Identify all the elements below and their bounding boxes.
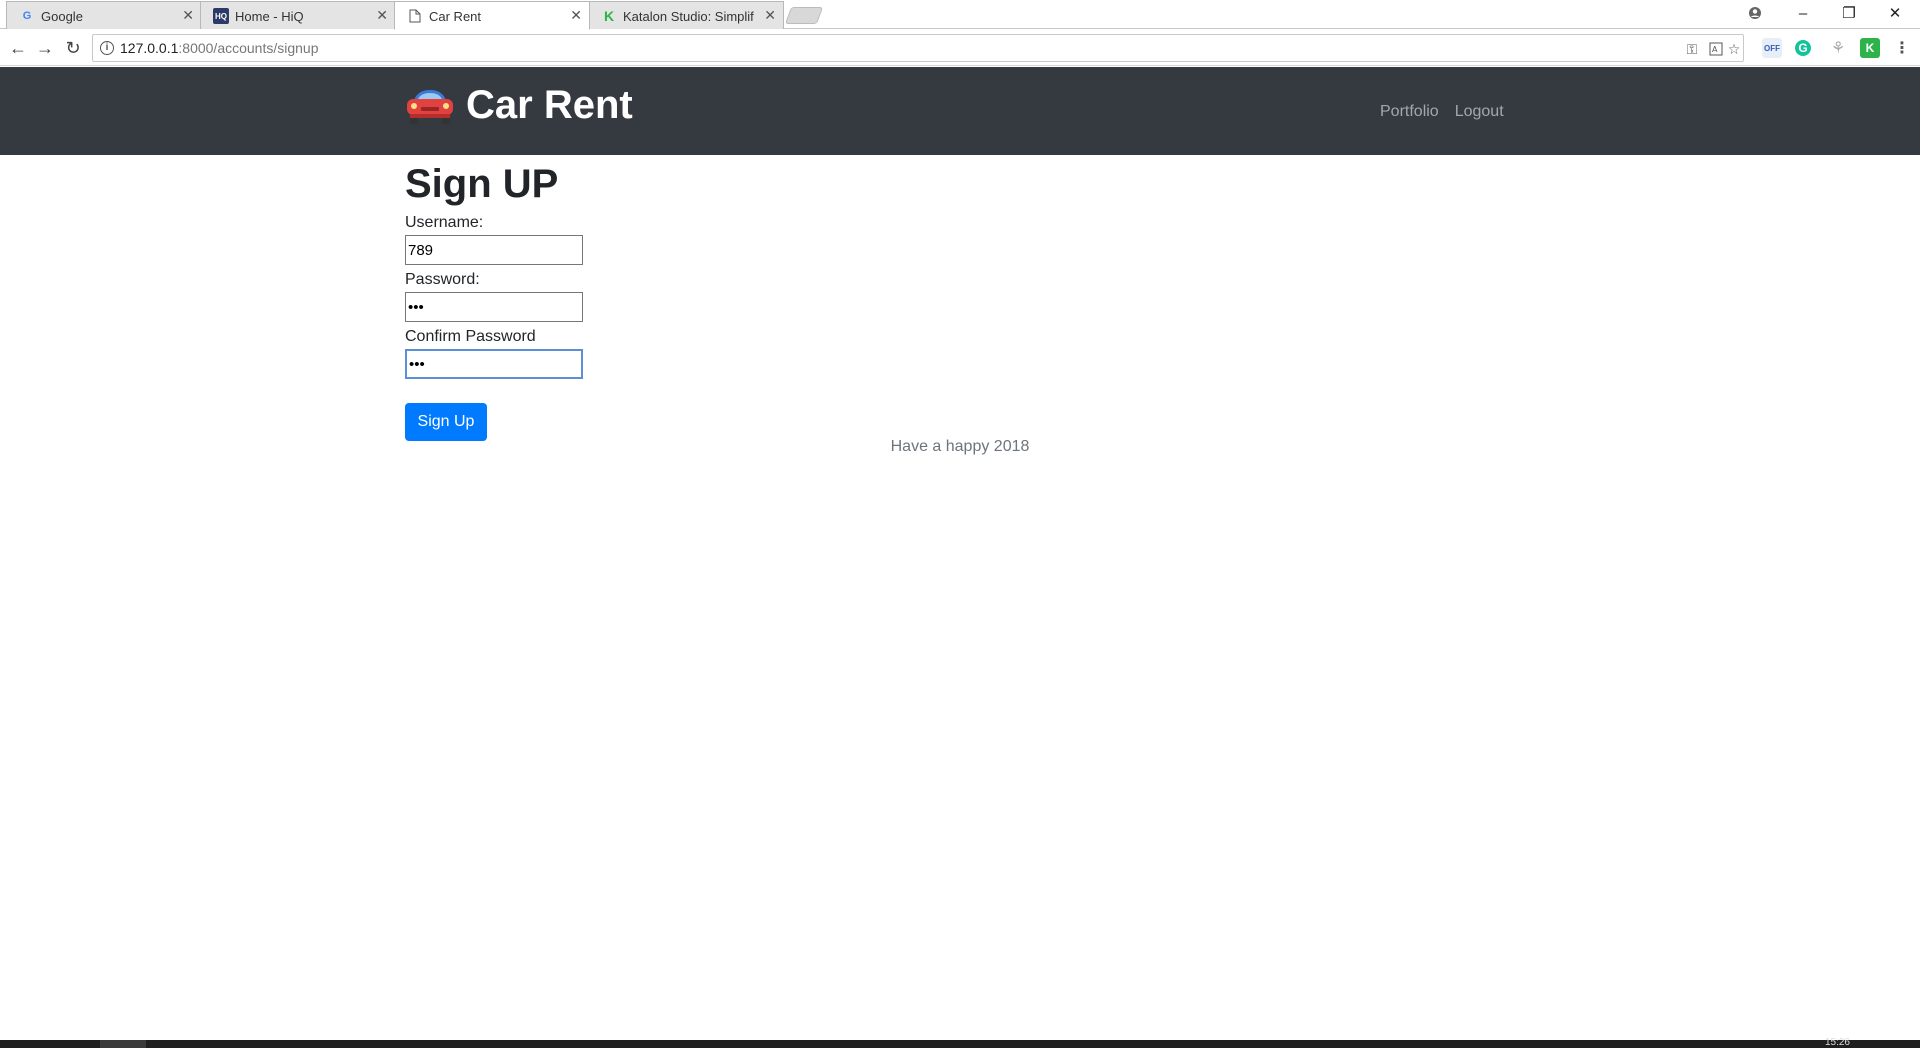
browser-toolbar: ← → ↻ i 127.0.0.1:8000/accounts/signup ⚿… bbox=[0, 30, 1920, 66]
info-icon[interactable]: i bbox=[100, 41, 114, 55]
taskbar-clock: 15:26 bbox=[1824, 1037, 1850, 1048]
tab-katalon[interactable]: K Katalon Studio: Simplif ✕ bbox=[588, 1, 784, 29]
site-navbar: Car Rent Portfolio Logout bbox=[0, 67, 1920, 155]
new-tab-button[interactable] bbox=[784, 7, 824, 24]
nav-link-logout[interactable]: Logout bbox=[1455, 103, 1504, 121]
close-icon[interactable]: ✕ bbox=[182, 7, 194, 24]
browser-tabstrip: G Google ✕ HQ Home - HiQ ✕ Car Rent ✕ K … bbox=[0, 0, 1920, 30]
tab-title: Google bbox=[41, 8, 83, 24]
window-close-icon[interactable]: ✕ bbox=[1872, 0, 1918, 26]
restore-icon[interactable]: ❐ bbox=[1826, 0, 1872, 26]
confirm-password-input[interactable] bbox=[405, 349, 583, 379]
katalon-favicon-icon: K bbox=[603, 8, 615, 24]
star-icon[interactable]: ☆ bbox=[1725, 40, 1743, 58]
reload-icon[interactable]: ↻ bbox=[61, 36, 85, 60]
svg-text:A: A bbox=[1712, 45, 1718, 54]
tab-title: Home - HiQ bbox=[235, 8, 304, 24]
tab-google[interactable]: G Google ✕ bbox=[6, 1, 202, 29]
back-arrow-icon[interactable]: ← bbox=[6, 36, 30, 60]
url-text: 127.0.0.1:8000/accounts/signup bbox=[120, 40, 319, 56]
username-label: Username: bbox=[405, 214, 484, 231]
brand-title: Car Rent bbox=[466, 83, 633, 127]
tab-hiq[interactable]: HQ Home - HiQ ✕ bbox=[200, 1, 396, 29]
page-title: Sign UP bbox=[405, 162, 559, 206]
minimize-icon[interactable]: – bbox=[1780, 0, 1826, 26]
username-input[interactable] bbox=[405, 235, 583, 265]
brand-link[interactable]: Car Rent bbox=[404, 83, 633, 128]
google-favicon-icon: G bbox=[22, 10, 32, 22]
key-icon[interactable]: ⚿ bbox=[1683, 40, 1701, 58]
signup-container: Sign UP Username: Password: Confirm Pass… bbox=[405, 155, 1515, 441]
password-input[interactable] bbox=[405, 292, 583, 322]
puzzle-icon[interactable]: ⚘ bbox=[1828, 38, 1848, 58]
close-icon[interactable]: ✕ bbox=[376, 7, 388, 24]
taskbar-item[interactable] bbox=[100, 1040, 146, 1048]
car-icon bbox=[404, 86, 456, 126]
footer-text: Have a happy 2018 bbox=[890, 438, 1030, 455]
nav-link-portfolio[interactable]: Portfolio bbox=[1380, 103, 1439, 121]
address-bar[interactable]: i 127.0.0.1:8000/accounts/signup ⚿ A ☆ bbox=[92, 34, 1744, 62]
confirm-password-label: Confirm Password bbox=[405, 328, 536, 345]
tab-title: Katalon Studio: Simplif bbox=[623, 8, 754, 24]
close-icon[interactable]: ✕ bbox=[764, 7, 776, 24]
nav-links: Portfolio Logout bbox=[1380, 103, 1504, 121]
hiq-favicon-icon: HQ bbox=[213, 8, 229, 24]
menu-icon[interactable]: ⋮ bbox=[1892, 38, 1912, 58]
translate-icon[interactable]: A bbox=[1707, 40, 1725, 58]
password-label: Password: bbox=[405, 271, 480, 288]
grammarly-icon[interactable]: G bbox=[1795, 40, 1811, 56]
katalon-icon[interactable]: K bbox=[1860, 38, 1880, 58]
tab-title: Car Rent bbox=[429, 8, 482, 24]
sign-up-button[interactable]: Sign Up bbox=[405, 403, 487, 441]
forward-arrow-icon[interactable]: → bbox=[33, 36, 57, 60]
page-favicon-icon bbox=[407, 8, 423, 24]
os-taskbar: 15:26 bbox=[0, 1037, 1920, 1048]
profile-icon[interactable] bbox=[1732, 0, 1778, 26]
off-extension-icon[interactable]: OFF bbox=[1762, 38, 1782, 58]
tab-car-rent[interactable]: Car Rent ✕ bbox=[394, 1, 590, 30]
close-icon[interactable]: ✕ bbox=[570, 7, 582, 24]
